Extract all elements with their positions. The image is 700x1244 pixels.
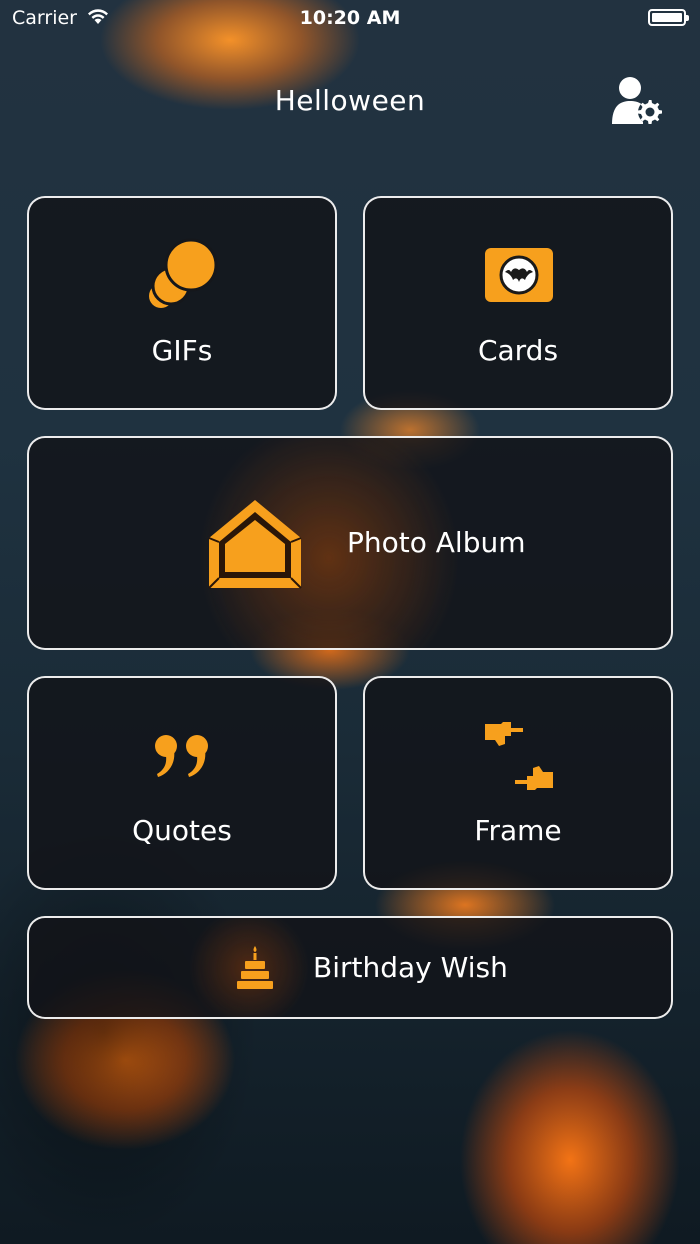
clock: 10:20 AM — [299, 7, 401, 29]
photo-album-tile[interactable]: Photo Album — [27, 436, 673, 650]
frame-hands-icon — [485, 722, 553, 790]
quotes-tile[interactable]: Quotes — [27, 676, 337, 890]
user-settings-icon — [612, 77, 662, 124]
birthday-wish-label: Birthday Wish — [313, 951, 508, 984]
battery-icon — [648, 9, 689, 26]
page-title: Helloween — [274, 84, 426, 117]
status-bar: Carrier 10:20 AM — [0, 0, 700, 36]
gifs-label: GIFs — [151, 334, 213, 367]
birthday-wish-tile[interactable]: Birthday Wish — [27, 916, 673, 1019]
coins-stack-icon — [149, 238, 218, 308]
photo-album-label: Photo Album — [347, 526, 526, 559]
frame-label: Frame — [474, 814, 562, 847]
frame-tile[interactable]: Frame — [363, 676, 673, 890]
gifs-tile[interactable]: GIFs — [27, 196, 337, 410]
quote-marks-icon — [155, 735, 208, 777]
cards-tile[interactable]: Cards — [363, 196, 673, 410]
cards-label: Cards — [477, 334, 559, 367]
birthday-cake-icon — [237, 946, 273, 989]
bat-card-icon — [485, 248, 553, 302]
quotes-label: Quotes — [132, 814, 232, 847]
house-frame-icon — [208, 500, 302, 589]
user-settings-button[interactable] — [610, 74, 668, 128]
